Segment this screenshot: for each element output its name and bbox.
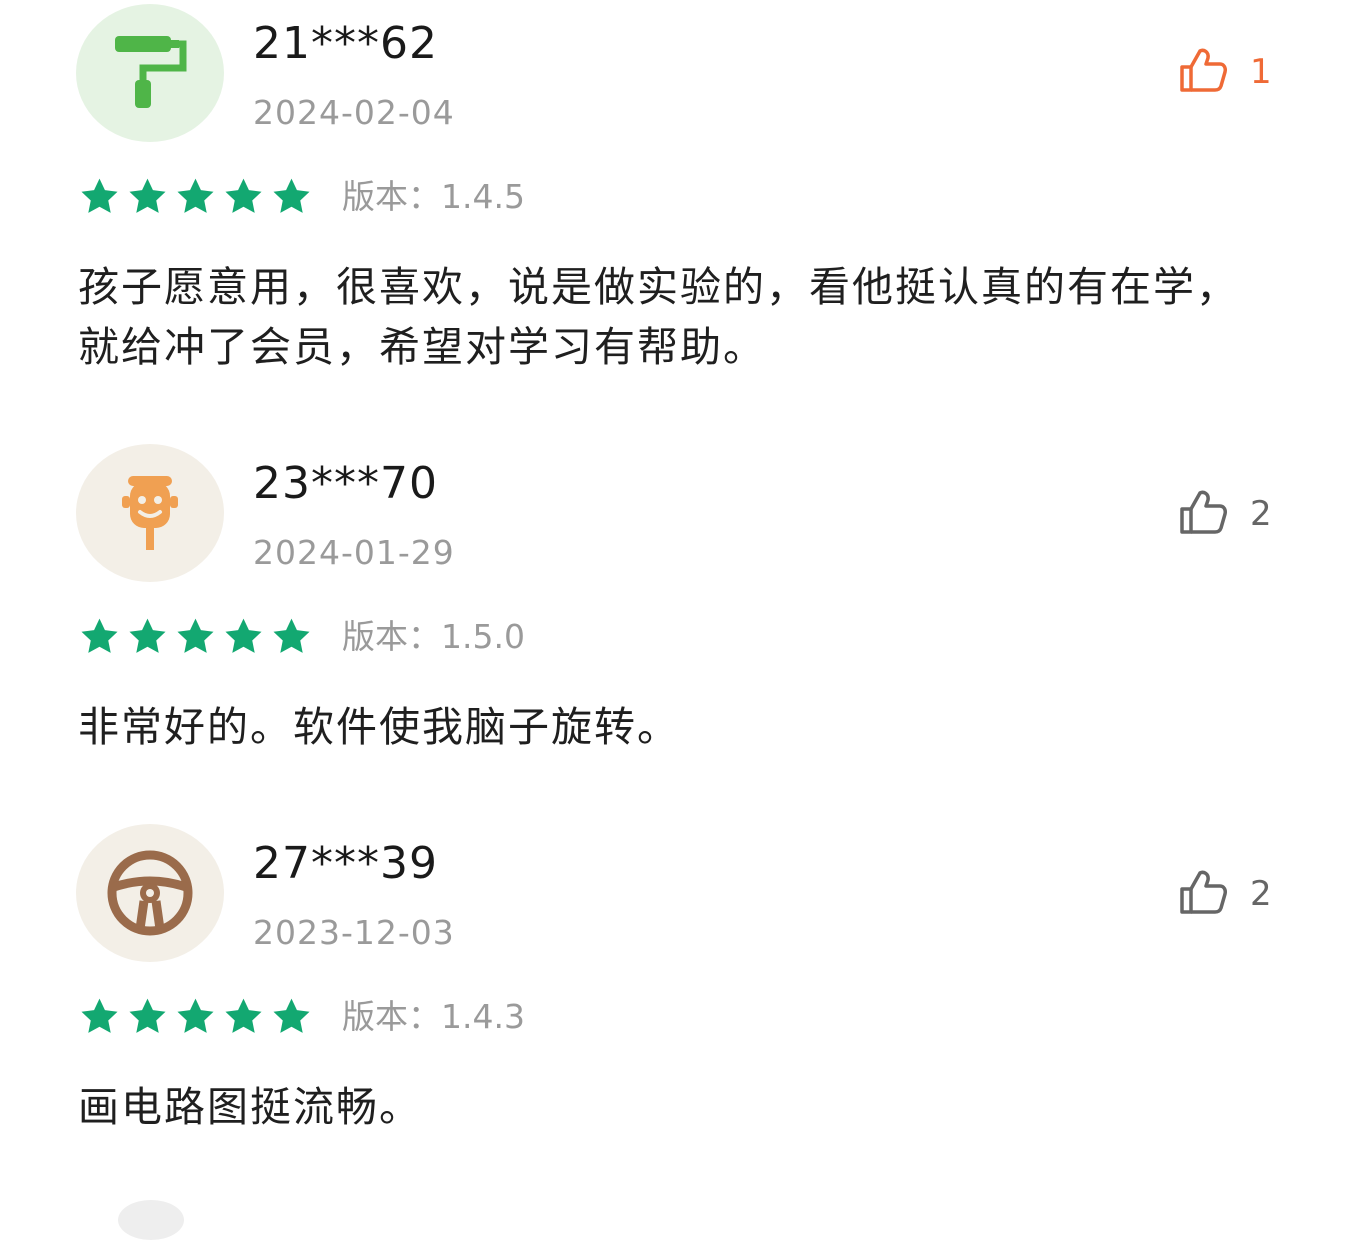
review-date: 2024-02-04 [253, 93, 455, 132]
star-icon [129, 618, 166, 653]
steering-wheel-icon [104, 847, 196, 939]
thumbs-up-icon [1178, 47, 1228, 97]
avatar[interactable] [76, 444, 224, 582]
thumbs-up-icon [1178, 489, 1228, 539]
star-icon [225, 998, 262, 1033]
like-button[interactable]: 2 [1178, 868, 1272, 920]
star-rating [78, 996, 313, 1038]
review-content: 非常好的。软件使我脑子旋转。 [78, 703, 680, 751]
avatar[interactable] [76, 824, 224, 962]
star-rating [78, 176, 313, 218]
username: 21***62 [253, 18, 438, 69]
star-icon [81, 178, 118, 213]
star-icon [177, 618, 214, 653]
star-icon [273, 998, 310, 1033]
star-icon [273, 178, 310, 213]
star-icon [129, 998, 166, 1033]
like-count: 2 [1250, 874, 1272, 914]
username: 23***70 [253, 458, 438, 509]
review-date: 2024-01-29 [253, 533, 455, 572]
star-icon [129, 178, 166, 213]
app-version: 版本：1.4.3 [342, 997, 525, 1036]
next-review-avatar [118, 1200, 184, 1240]
star-icon [81, 618, 118, 653]
like-button[interactable]: 2 [1178, 488, 1272, 540]
username: 27***39 [253, 838, 438, 889]
star-icon [225, 618, 262, 653]
star-icon [273, 618, 310, 653]
star-rating [78, 616, 313, 658]
face-on-stick-icon [110, 468, 190, 558]
paint-roller-icon [105, 28, 195, 118]
review-content: 孩子愿意用，很喜欢，说是做实验的，看他挺认真的有在学，就给冲了会员，希望对学习有… [78, 263, 1239, 371]
avatar[interactable] [76, 4, 224, 142]
like-count: 1 [1250, 52, 1272, 92]
star-icon [81, 998, 118, 1033]
star-icon [177, 178, 214, 213]
thumbs-up-icon [1178, 869, 1228, 919]
like-button[interactable]: 1 [1178, 46, 1272, 98]
like-count: 2 [1250, 494, 1272, 534]
star-icon [177, 998, 214, 1033]
app-version: 版本：1.5.0 [342, 617, 525, 656]
star-icon [225, 178, 262, 213]
review-content: 画电路图挺流畅。 [78, 1083, 422, 1131]
review-date: 2023-12-03 [253, 913, 455, 952]
app-version: 版本：1.4.5 [342, 177, 525, 216]
